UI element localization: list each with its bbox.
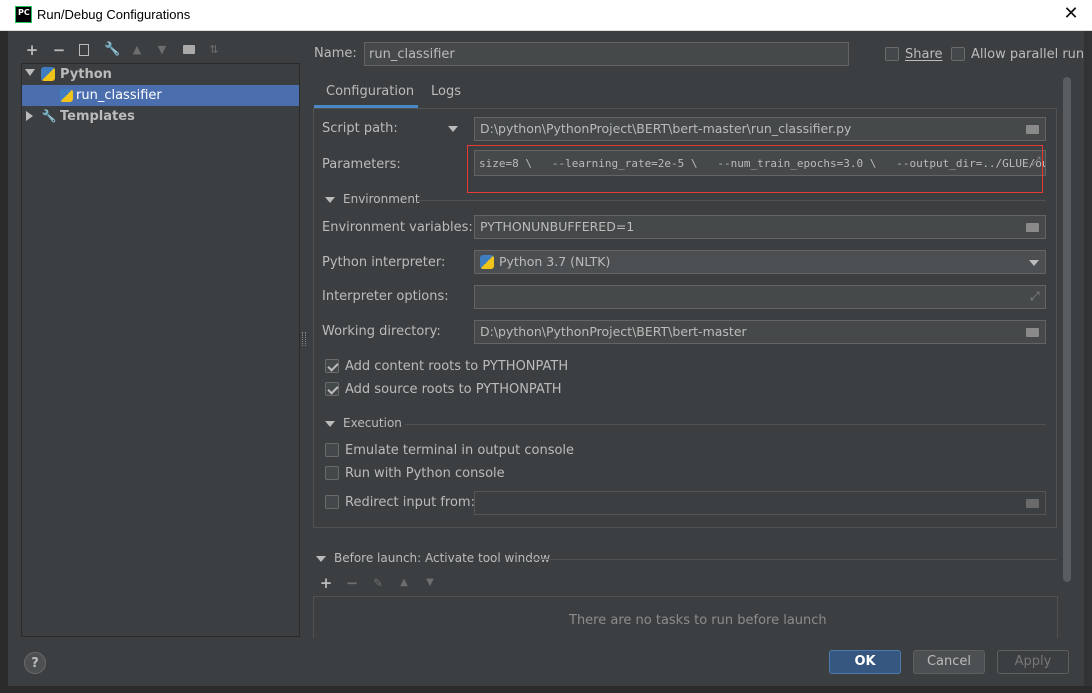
parallel-run-checkbox[interactable] [951, 47, 965, 61]
ok-button[interactable]: OK [829, 650, 901, 674]
environment-collapse-icon[interactable] [325, 197, 335, 203]
remove-icon[interactable]: − [51, 42, 67, 58]
folder-browse-icon[interactable] [1026, 223, 1039, 232]
script-path-input[interactable]: D:\python\PythonProject\BERT\bert-master… [474, 117, 1046, 141]
execution-section-title: Execution [343, 416, 402, 430]
sort-icon[interactable]: ⇅ [206, 42, 222, 58]
tab-logs[interactable]: Logs [431, 84, 461, 99]
workdir-label: Working directory: [322, 324, 441, 339]
window-title: Run/Debug Configurations [37, 7, 191, 22]
edit-task-icon[interactable]: ✎ [370, 575, 386, 591]
cancel-button[interactable]: Cancel [913, 650, 985, 674]
interpreter-label: Python interpreter: [322, 255, 446, 270]
folder-icon[interactable] [183, 45, 195, 54]
folder-browse-icon[interactable] [1026, 328, 1039, 337]
move-up-icon[interactable]: ▲ [396, 575, 412, 591]
emulate-terminal-label[interactable]: Emulate terminal in output console [345, 443, 574, 458]
add-icon[interactable]: + [24, 42, 40, 58]
python-console-label[interactable]: Run with Python console [345, 466, 505, 481]
env-vars-input[interactable]: PYTHONUNBUFFERED=1 [474, 215, 1046, 239]
before-launch-separator [530, 559, 1057, 560]
move-down-icon[interactable]: ▼ [422, 575, 438, 591]
interp-options-label: Interpreter options: [322, 289, 449, 304]
collapse-arrow-icon[interactable] [26, 111, 33, 121]
emulate-terminal-checkbox[interactable] [325, 443, 339, 457]
before-launch-title: Before launch: Activate tool window [334, 551, 551, 565]
tree-item-selected[interactable]: run_classifier [22, 85, 299, 106]
folder-browse-icon[interactable] [1026, 499, 1039, 508]
before-launch-collapse-icon[interactable] [316, 556, 326, 562]
redirect-input-checkbox[interactable] [325, 495, 339, 509]
ide-background-strip-right [1084, 31, 1092, 693]
python-console-checkbox[interactable] [325, 466, 339, 480]
add-task-icon[interactable]: + [318, 575, 334, 591]
interpreter-value: Python 3.7 (NLTK) [499, 254, 611, 269]
workdir-input[interactable]: D:\python\PythonProject\BERT\bert-master [474, 320, 1046, 344]
content-roots-checkbox[interactable] [325, 359, 339, 373]
folder-browse-icon[interactable] [1026, 125, 1039, 134]
interpreter-select[interactable]: Python 3.7 (NLTK) [474, 250, 1046, 274]
apply-button[interactable]: Apply [997, 650, 1069, 674]
remove-task-icon[interactable]: − [344, 575, 360, 591]
copy-icon[interactable] [79, 44, 89, 56]
move-down-icon[interactable]: ▼ [154, 42, 170, 58]
environment-separator [418, 200, 1046, 201]
python-icon [41, 67, 55, 81]
script-path-label: Script path: [322, 121, 398, 136]
config-tree: Python run_classifier 🔧 Templates [21, 63, 300, 637]
env-vars-value: PYTHONUNBUFFERED=1 [480, 219, 635, 234]
ide-editor-strip [0, 686, 1092, 693]
parallel-run-label[interactable]: Allow parallel run [971, 47, 1084, 62]
share-checkbox[interactable] [885, 47, 899, 61]
expand-icon[interactable]: ⤢ [1030, 290, 1042, 302]
splitter-handle[interactable] [302, 332, 306, 346]
python-icon [480, 255, 494, 269]
wrench-icon: 🔧 [41, 109, 57, 123]
source-roots-checkbox[interactable] [325, 382, 339, 396]
name-input[interactable] [364, 42, 849, 66]
parameters-label: Parameters: [322, 157, 401, 172]
tab-configuration-label: Configuration [326, 84, 415, 99]
workdir-value: D:\python\PythonProject\BERT\bert-master [480, 324, 747, 339]
share-label[interactable]: Share [905, 47, 943, 62]
tree-item-run-classifier: run_classifier [76, 88, 162, 103]
tree-group-python[interactable]: Python [60, 67, 112, 82]
environment-section-title: Environment [343, 192, 420, 206]
env-vars-label: Environment variables: [322, 220, 473, 235]
scrollbar-thumb[interactable] [1063, 77, 1071, 582]
execution-separator [405, 424, 1046, 425]
redirect-input-label[interactable]: Redirect input from: [345, 495, 475, 510]
name-label: Name: [314, 46, 357, 61]
python-icon [60, 89, 73, 102]
ide-background-strip [0, 31, 8, 693]
left-toolbar: + − 🔧 ▲ ▼ ⇅ [22, 42, 302, 60]
highlight-box [467, 145, 1043, 193]
help-button[interactable]: ? [24, 652, 46, 674]
close-icon[interactable]: ✕ [1060, 3, 1082, 25]
execution-collapse-icon[interactable] [325, 421, 335, 427]
script-type-dropdown-icon[interactable] [448, 126, 458, 132]
move-up-icon[interactable]: ▲ [129, 42, 145, 58]
source-roots-label[interactable]: Add source roots to PYTHONPATH [345, 382, 562, 397]
chevron-down-icon[interactable] [1029, 260, 1039, 266]
window-titlebar: PC Run/Debug Configurations ✕ [0, 0, 1092, 31]
content-roots-label[interactable]: Add content roots to PYTHONPATH [345, 359, 568, 374]
redirect-input-field[interactable] [474, 491, 1046, 515]
script-path-value: D:\python\PythonProject\BERT\bert-master… [480, 121, 852, 136]
expand-arrow-icon[interactable] [25, 69, 35, 76]
tab-configuration[interactable]: Configuration [314, 80, 418, 108]
before-launch-empty-text: There are no tasks to run before launch [569, 613, 827, 628]
wrench-icon[interactable]: 🔧 [104, 42, 120, 58]
interp-options-input[interactable]: ⤢ [474, 285, 1046, 309]
pycharm-icon: PC [15, 6, 32, 23]
tree-group-templates[interactable]: Templates [60, 109, 135, 124]
